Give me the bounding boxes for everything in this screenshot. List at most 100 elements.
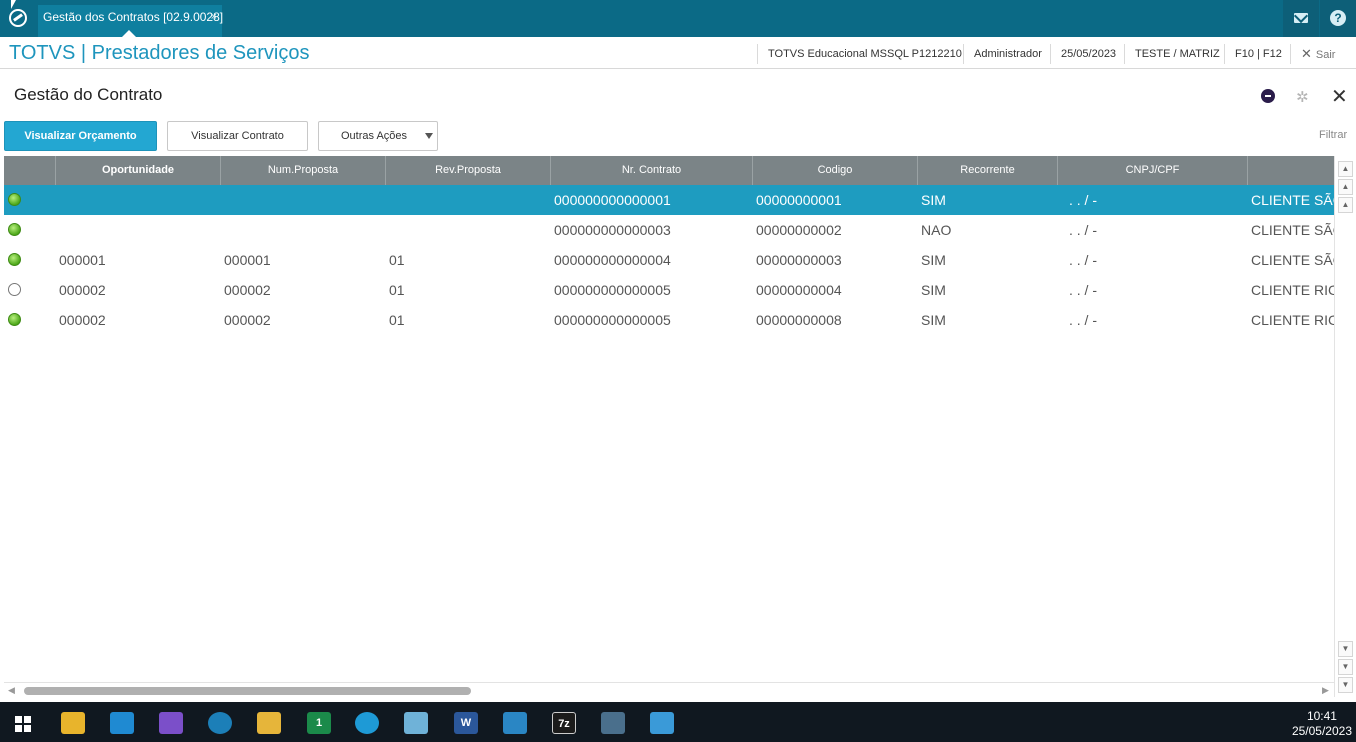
exit-button[interactable]: ✕ Sair: [1290, 44, 1335, 64]
column-header-codigo[interactable]: Codigo: [753, 156, 918, 185]
column-header-num-proposta[interactable]: Num.Proposta: [221, 156, 386, 185]
date-info[interactable]: 25/05/2023: [1050, 44, 1116, 64]
scroll-up-icon[interactable]: ▲: [1338, 197, 1353, 213]
scroll-top-icon[interactable]: ▲: [1338, 161, 1353, 177]
cell-rev-proposta: 01: [389, 252, 405, 268]
7zip-icon[interactable]: 7z: [552, 712, 576, 734]
column-header-nr-contrato[interactable]: Nr. Contrato: [551, 156, 753, 185]
clock-date: 25/05/2023: [1291, 724, 1352, 738]
edge-browser-icon[interactable]: [355, 712, 379, 734]
tab-notch: [122, 30, 136, 37]
totvs-logo-icon[interactable]: [9, 9, 27, 27]
exit-icon: ✕: [1301, 46, 1312, 61]
cell-cnpj-cpf: . . / -: [1069, 312, 1097, 328]
vertical-scrollbar[interactable]: ▲ ▲ ▲ ▼ ▼ ▼: [1334, 156, 1356, 697]
status-green-icon: [8, 313, 21, 326]
notepad-icon[interactable]: [404, 712, 428, 734]
scroll-down-icon[interactable]: ▼: [1338, 641, 1353, 657]
scroll-left-icon[interactable]: ◀: [8, 685, 15, 696]
app-header: TOTVS | Prestadores de Serviços TOTVS Ed…: [0, 37, 1356, 69]
cell-rev-proposta: 01: [389, 282, 405, 298]
tab-close-icon[interactable]: ×: [211, 5, 217, 29]
exit-label: Sair: [1315, 49, 1336, 61]
help-icon: ?: [1330, 10, 1346, 26]
monitor-app-icon[interactable]: [650, 712, 674, 734]
scroll-right-icon[interactable]: ▶: [1322, 685, 1329, 696]
table-row[interactable]: 000000000000003 00000000002 NAO . . / - …: [4, 215, 1334, 245]
filter-link[interactable]: Filtrar: [1319, 129, 1347, 141]
status-green-icon: [8, 193, 21, 206]
cell-recorrente: SIM: [921, 252, 946, 268]
network-tool-icon[interactable]: [601, 712, 625, 734]
windows-start-icon[interactable]: [15, 716, 31, 732]
grid-body: 000000000000001 00000000001 SIM . . / - …: [4, 185, 1334, 681]
branch-info[interactable]: TESTE / MATRIZ: [1124, 44, 1220, 64]
column-header-rev-proposta[interactable]: Rev.Proposta: [386, 156, 551, 185]
scroll-bottom-icon[interactable]: ▼: [1338, 677, 1353, 693]
cell-oportunidade: 000002: [59, 282, 106, 298]
database-tool-icon[interactable]: [61, 712, 85, 734]
table-row[interactable]: 000001 000001 01 000000000000004 0000000…: [4, 245, 1334, 275]
cell-rev-proposta: 01: [389, 312, 405, 328]
cell-oportunidade: 000001: [59, 252, 106, 268]
table-row[interactable]: 000000000000001 00000000001 SIM . . / - …: [4, 185, 1334, 215]
cell-cliente: CLIENTE RIC: [1251, 312, 1334, 328]
app-green-icon[interactable]: 1: [307, 712, 331, 734]
cell-codigo: 00000000002: [756, 222, 842, 238]
visual-studio-icon[interactable]: [159, 712, 183, 734]
mail-icon: [1294, 13, 1308, 23]
column-header-status[interactable]: [4, 156, 56, 185]
cell-recorrente: SIM: [921, 282, 946, 298]
windows-taskbar: 1 W 7z 10:41 25/05/2023: [0, 702, 1356, 742]
status-green-icon: [8, 223, 21, 236]
view-budget-button[interactable]: Visualizar Orçamento: [4, 121, 157, 151]
column-header-recorrente[interactable]: Recorrente: [918, 156, 1058, 185]
scroll-page-up-icon[interactable]: ▲: [1338, 179, 1353, 195]
help-button[interactable]: ?: [1320, 0, 1356, 37]
cell-nr-contrato: 000000000000003: [554, 222, 671, 238]
status-white-icon: [8, 283, 21, 296]
taskbar-clock[interactable]: 10:41 25/05/2023: [1292, 709, 1352, 739]
7zip-label: 7z: [558, 718, 570, 730]
word-icon[interactable]: W: [454, 712, 478, 734]
gear-icon[interactable]: ✲: [1296, 88, 1309, 106]
cell-nr-contrato: 000000000000001: [554, 192, 671, 208]
horizontal-scrollbar[interactable]: ◀ ▶: [4, 682, 1334, 698]
grid-header: Oportunidade Num.Proposta Rev.Proposta N…: [4, 156, 1334, 185]
company-info[interactable]: TOTVS Educacional MSSQL P1212210: [757, 44, 962, 64]
taskbar-badge: 1: [315, 717, 323, 729]
chevron-down-icon: [425, 133, 433, 139]
view-contract-button[interactable]: Visualizar Contrato: [167, 121, 308, 151]
scroll-page-down-icon[interactable]: ▼: [1338, 659, 1353, 675]
shortcut-keys[interactable]: F10 | F12: [1224, 44, 1282, 64]
close-icon[interactable]: ✕: [1331, 84, 1348, 109]
table-row[interactable]: 000002 000002 01 000000000000005 0000000…: [4, 275, 1334, 305]
column-header-oportunidade[interactable]: Oportunidade: [56, 156, 221, 185]
cell-cliente: CLIENTE SÃO: [1251, 222, 1334, 238]
mail-button[interactable]: [1283, 0, 1319, 37]
column-header-cnpj-cpf[interactable]: CNPJ/CPF: [1058, 156, 1248, 185]
column-header-cliente[interactable]: [1248, 156, 1334, 185]
table-row[interactable]: 000002 000002 01 000000000000005 0000000…: [4, 305, 1334, 335]
other-actions-dropdown[interactable]: Outras Ações: [318, 121, 438, 151]
tab-title: Gestão dos Contratos [02.9.0028]: [43, 10, 224, 24]
cell-cnpj-cpf: . . / -: [1069, 282, 1097, 298]
minus-circle-icon[interactable]: [1261, 89, 1275, 103]
cell-num-proposta: 000002: [224, 312, 271, 328]
cell-cliente: CLIENTE RIC: [1251, 282, 1334, 298]
horizontal-scroll-thumb[interactable]: [24, 687, 471, 695]
word-label: W: [460, 717, 472, 729]
cell-oportunidade: 000002: [59, 312, 106, 328]
totvs-smartclient-icon[interactable]: [208, 712, 232, 734]
vscode-icon[interactable]: [110, 712, 134, 734]
cell-codigo: 00000000003: [756, 252, 842, 268]
remote-desktop-icon[interactable]: [503, 712, 527, 734]
cell-nr-contrato: 000000000000004: [554, 252, 671, 268]
cell-num-proposta: 000002: [224, 282, 271, 298]
cell-recorrente: SIM: [921, 192, 946, 208]
cell-cnpj-cpf: . . / -: [1069, 252, 1097, 268]
cell-num-proposta: 000001: [224, 252, 271, 268]
cell-cliente: CLIENTE SÃO: [1251, 252, 1334, 268]
file-explorer-icon[interactable]: [257, 712, 281, 734]
user-info[interactable]: Administrador: [963, 44, 1042, 64]
